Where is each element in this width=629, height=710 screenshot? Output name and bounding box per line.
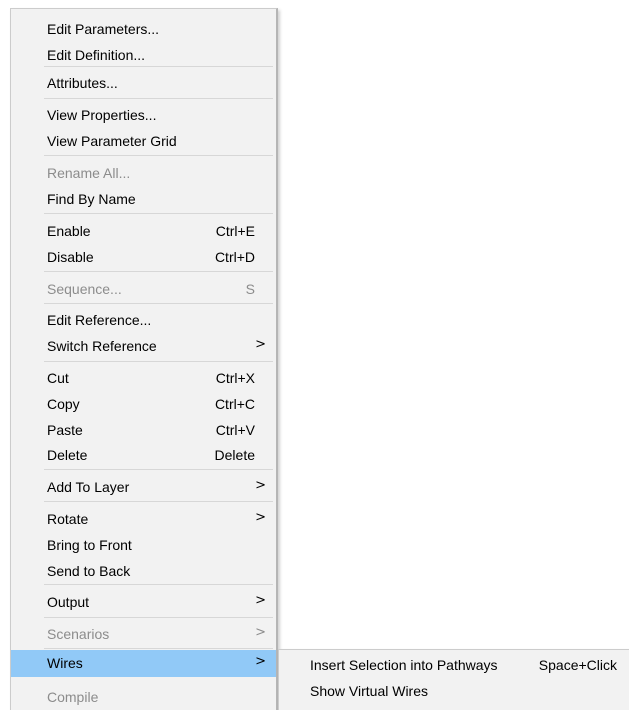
menu-item-cut[interactable]: Cut Ctrl+X bbox=[11, 365, 276, 391]
menu-item-attributes[interactable]: Attributes... bbox=[11, 70, 276, 96]
shortcut-text: Ctrl+E bbox=[215, 223, 255, 239]
menu-separator bbox=[44, 469, 273, 470]
menu-item-label: Copy bbox=[47, 396, 80, 412]
menu-item-view-properties[interactable]: View Properties... bbox=[11, 102, 276, 128]
chevron-right-icon: > bbox=[255, 337, 266, 352]
menu-item-label: View Parameter Grid bbox=[47, 133, 177, 149]
shortcut-text: Delete bbox=[214, 447, 255, 463]
menu-item-label: Scenarios bbox=[47, 626, 110, 642]
shortcut-text: S bbox=[245, 281, 255, 297]
shortcut-text: Ctrl+X bbox=[215, 370, 255, 386]
menu-item-edit-parameters[interactable]: Edit Parameters... bbox=[11, 16, 276, 42]
menu-item-label: Paste bbox=[47, 422, 83, 438]
menu-item-show-virtual-wires[interactable]: Show Virtual Wires bbox=[279, 678, 629, 704]
menu-item-edit-reference[interactable]: Edit Reference... bbox=[11, 307, 276, 333]
menu-item-label: Bring to Front bbox=[47, 537, 132, 553]
menu-item-label: Disable bbox=[47, 249, 94, 265]
menu-separator bbox=[44, 66, 273, 67]
menu-item-label: View Properties... bbox=[47, 107, 157, 123]
shortcut-text: Ctrl+V bbox=[215, 422, 255, 438]
menu-item-disable[interactable]: Disable Ctrl+D bbox=[11, 244, 276, 270]
menu-item-bring-to-front[interactable]: Bring to Front bbox=[11, 532, 276, 558]
menu-separator bbox=[44, 213, 273, 214]
menu-item-copy[interactable]: Copy Ctrl+C bbox=[11, 391, 276, 417]
menu-separator bbox=[44, 501, 273, 502]
menu-item-label: Edit Parameters... bbox=[47, 21, 160, 37]
menu-item-wires[interactable]: Wires > bbox=[11, 650, 276, 677]
wires-submenu: Insert Selection into Pathways Space+Cli… bbox=[278, 649, 629, 710]
menu-item-rotate[interactable]: Rotate > bbox=[11, 506, 276, 532]
menu-item-delete[interactable]: Delete Delete bbox=[11, 442, 276, 468]
shortcut-text: Space+Click bbox=[538, 657, 617, 673]
menu-separator bbox=[44, 648, 273, 649]
menu-item-label: Rotate bbox=[47, 511, 89, 527]
menu-item-label: Cut bbox=[47, 370, 69, 386]
menu-item-label: Enable bbox=[47, 223, 91, 239]
menu-separator bbox=[44, 271, 273, 272]
menu-separator bbox=[44, 584, 273, 585]
menu-separator bbox=[44, 98, 273, 99]
menu-item-sequence: Sequence... S bbox=[11, 276, 276, 302]
menu-item-label: Compile bbox=[47, 689, 99, 705]
menu-item-label: Insert Selection into Pathways bbox=[310, 657, 498, 673]
menu-item-label: Output bbox=[47, 594, 90, 610]
shortcut-text: Ctrl+C bbox=[214, 396, 255, 412]
menu-item-add-to-layer[interactable]: Add To Layer > bbox=[11, 474, 276, 500]
menu-item-label: Send to Back bbox=[47, 563, 131, 579]
chevron-right-icon: > bbox=[255, 625, 266, 640]
menu-separator bbox=[44, 617, 273, 618]
menu-item-label: Rename All... bbox=[47, 165, 131, 181]
chevron-right-icon: > bbox=[255, 593, 266, 608]
menu-item-scenarios: Scenarios > bbox=[11, 621, 276, 647]
chevron-right-icon: > bbox=[255, 510, 266, 525]
menu-item-label: Delete bbox=[47, 447, 88, 463]
menu-item-edit-definition[interactable]: Edit Definition... bbox=[11, 42, 276, 68]
menu-item-view-parameter-grid[interactable]: View Parameter Grid bbox=[11, 128, 276, 154]
menu-separator bbox=[44, 303, 273, 304]
chevron-right-icon: > bbox=[255, 478, 266, 493]
menu-item-send-to-back[interactable]: Send to Back bbox=[11, 558, 276, 584]
menu-item-paste[interactable]: Paste Ctrl+V bbox=[11, 417, 276, 443]
menu-item-output[interactable]: Output > bbox=[11, 589, 276, 615]
menu-item-label: Attributes... bbox=[47, 75, 118, 91]
menu-item-switch-reference[interactable]: Switch Reference > bbox=[11, 333, 276, 359]
menu-item-enable[interactable]: Enable Ctrl+E bbox=[11, 218, 276, 244]
menu-item-label: Edit Reference... bbox=[47, 312, 152, 328]
menu-item-label: Find By Name bbox=[47, 191, 136, 207]
menu-item-find-by-name[interactable]: Find By Name bbox=[11, 186, 276, 212]
menu-item-label: Edit Definition... bbox=[47, 47, 146, 63]
chevron-right-icon: > bbox=[255, 654, 266, 669]
menu-item-label: Show Virtual Wires bbox=[310, 683, 429, 699]
menu-item-label: Add To Layer bbox=[47, 479, 130, 495]
menu-separator bbox=[44, 155, 273, 156]
menu-item-label: Switch Reference bbox=[47, 338, 157, 354]
menu-item-label: Sequence... bbox=[47, 281, 122, 297]
menu-item-insert-selection-into-pathways[interactable]: Insert Selection into Pathways Space+Cli… bbox=[279, 652, 629, 678]
menu-item-label: Wires bbox=[47, 655, 83, 671]
context-menu: Edit Parameters... Edit Definition... At… bbox=[10, 8, 278, 710]
shortcut-text: Ctrl+D bbox=[214, 249, 255, 265]
menu-separator bbox=[44, 361, 273, 362]
menu-item-rename-all: Rename All... bbox=[11, 160, 276, 186]
menu-item-compile: Compile bbox=[11, 684, 276, 710]
